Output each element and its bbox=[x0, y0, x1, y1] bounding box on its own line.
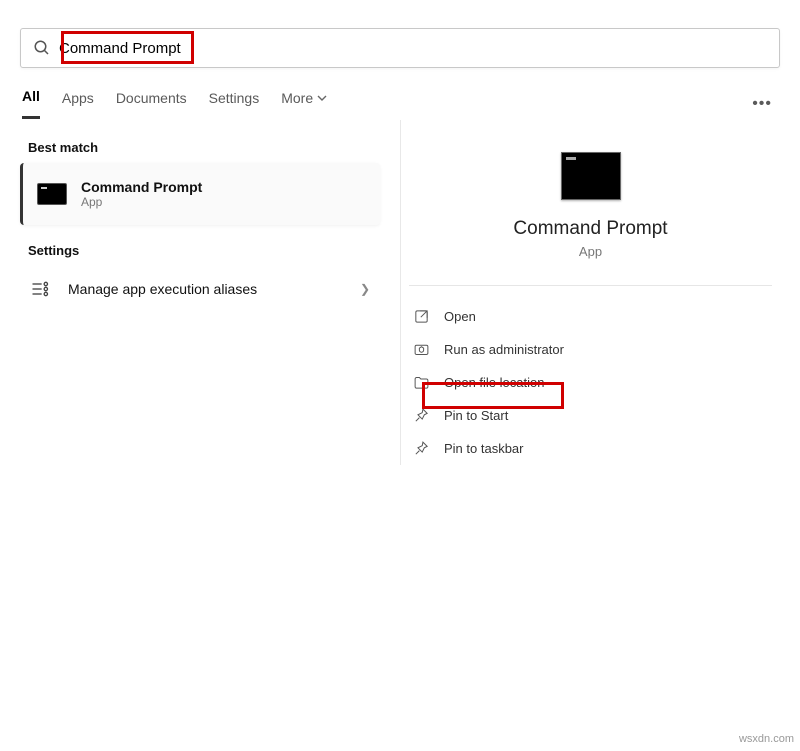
watermark: wsxdn.com bbox=[739, 733, 794, 745]
settings-item-label: Manage app execution aliases bbox=[68, 281, 257, 297]
filter-tabs: All Apps Documents Settings More ••• bbox=[0, 80, 800, 120]
shield-icon bbox=[413, 341, 430, 358]
tab-documents[interactable]: Documents bbox=[116, 90, 187, 118]
best-match-label: Best match bbox=[20, 134, 380, 163]
action-pin-to-start[interactable]: Pin to Start bbox=[407, 399, 774, 432]
aliases-icon bbox=[30, 279, 50, 299]
command-prompt-large-icon bbox=[561, 152, 621, 200]
folder-icon bbox=[413, 374, 430, 391]
settings-item-aliases[interactable]: Manage app execution aliases ❯ bbox=[20, 266, 380, 312]
open-icon bbox=[413, 308, 430, 325]
action-run-as-administrator[interactable]: Run as administrator bbox=[407, 333, 774, 366]
action-pin-to-taskbar[interactable]: Pin to taskbar bbox=[407, 432, 774, 465]
best-match-result[interactable]: Command Prompt App bbox=[20, 163, 380, 225]
action-label: Open file location bbox=[444, 375, 544, 390]
pin-icon bbox=[413, 407, 430, 424]
chevron-down-icon bbox=[317, 93, 327, 103]
search-box[interactable] bbox=[20, 28, 780, 68]
search-input[interactable] bbox=[59, 40, 767, 57]
best-match-subtitle: App bbox=[81, 195, 202, 209]
tab-more[interactable]: More bbox=[281, 90, 327, 118]
pin-icon bbox=[413, 440, 430, 457]
best-match-title: Command Prompt bbox=[81, 179, 202, 195]
divider bbox=[409, 285, 772, 286]
action-open-file-location[interactable]: Open file location bbox=[407, 366, 774, 399]
settings-section-label: Settings bbox=[20, 237, 380, 266]
more-options-button[interactable]: ••• bbox=[752, 95, 778, 113]
action-label: Pin to taskbar bbox=[444, 441, 524, 456]
preview-subtitle: App bbox=[579, 244, 602, 259]
chevron-right-icon: ❯ bbox=[360, 282, 370, 296]
preview-title: Command Prompt bbox=[513, 218, 667, 240]
tab-apps[interactable]: Apps bbox=[62, 90, 94, 118]
tab-settings[interactable]: Settings bbox=[209, 90, 260, 118]
action-label: Pin to Start bbox=[444, 408, 508, 423]
tab-more-label: More bbox=[281, 90, 313, 106]
action-label: Open bbox=[444, 309, 476, 324]
action-label: Run as administrator bbox=[444, 342, 564, 357]
result-preview: Command Prompt App bbox=[401, 142, 780, 285]
action-open[interactable]: Open bbox=[407, 300, 774, 333]
tab-all[interactable]: All bbox=[22, 88, 40, 119]
command-prompt-icon bbox=[37, 183, 67, 205]
search-icon bbox=[33, 39, 51, 57]
